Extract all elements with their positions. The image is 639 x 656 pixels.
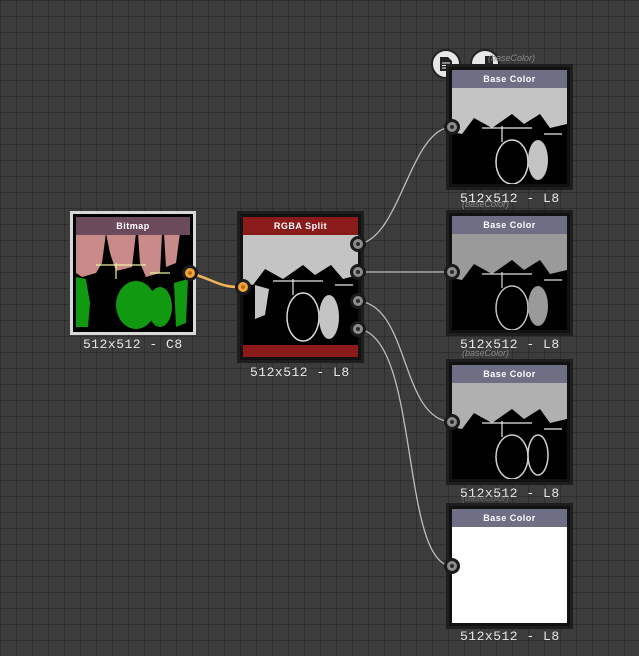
rgba-split-thumbnail	[243, 235, 358, 345]
output-4-thumbnail	[452, 527, 567, 623]
wire-split-to-output-1	[357, 126, 453, 245]
bitmap-node-resolution: 512x512 - C8	[83, 337, 183, 352]
rgba-split-output-r[interactable]	[350, 236, 366, 252]
output-node-2[interactable]: Base Color	[444, 210, 573, 336]
wire-split-to-output-3	[357, 300, 453, 423]
output-1-title: Base Color	[452, 70, 567, 88]
output-1-subtitle: (baseColor)	[488, 53, 536, 63]
rgba-split-footer-bar	[243, 345, 358, 357]
output-4-input-port[interactable]	[444, 558, 460, 574]
rgba-split-node-title: RGBA Split	[243, 217, 358, 235]
rgba-split-output-b[interactable]	[350, 293, 366, 309]
rgba-split-input-port[interactable]	[235, 279, 251, 295]
output-2-title: Base Color	[452, 216, 567, 234]
rgba-split-output-g[interactable]	[350, 264, 366, 280]
output-1-thumbnail	[452, 88, 567, 184]
output-node-1[interactable]: Base Color	[444, 64, 573, 190]
output-3-input-port[interactable]	[444, 414, 460, 430]
wire-split-to-output-4	[357, 328, 453, 567]
output-4-subtitle: (baseColor)	[462, 493, 510, 503]
bitmap-thumbnail	[76, 233, 190, 329]
output-2-thumbnail	[452, 234, 567, 330]
output-node-4[interactable]: Base Color	[444, 503, 573, 629]
output-2-subtitle: (baseColor)	[462, 199, 510, 209]
output-node-3[interactable]: Base Color	[444, 359, 573, 485]
output-1-input-port[interactable]	[444, 119, 460, 135]
bitmap-node[interactable]: Bitmap	[70, 211, 198, 335]
rgba-split-node[interactable]: RGBA Split	[235, 211, 366, 363]
output-3-title: Base Color	[452, 365, 567, 383]
output-4-resolution: 512x512 - L8	[460, 629, 560, 644]
rgba-split-node-resolution: 512x512 - L8	[250, 365, 350, 380]
output-2-input-port[interactable]	[444, 264, 460, 280]
output-3-subtitle: (baseColor)	[462, 348, 510, 358]
output-4-title: Base Color	[452, 509, 567, 527]
output-3-thumbnail	[452, 383, 567, 479]
bitmap-output-port[interactable]	[182, 265, 198, 281]
rgba-split-output-a[interactable]	[350, 321, 366, 337]
bitmap-node-title: Bitmap	[76, 217, 190, 235]
